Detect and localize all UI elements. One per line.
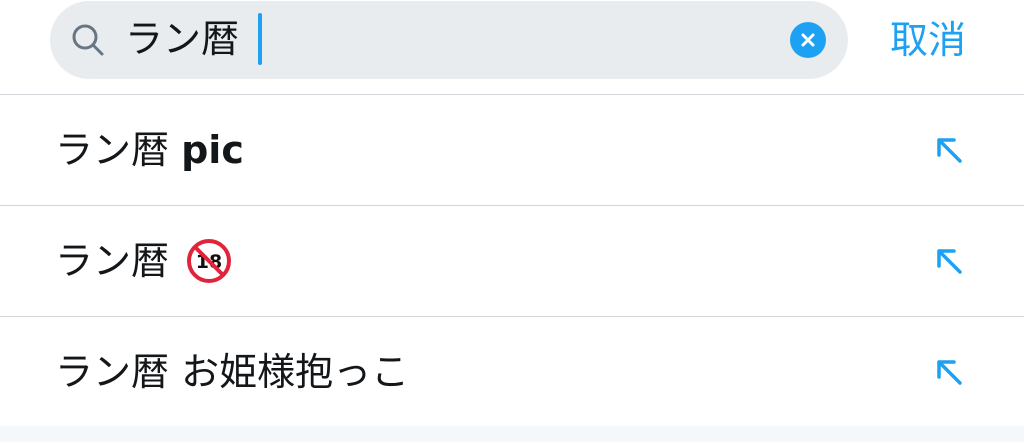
cancel-button[interactable]: 取消 — [890, 14, 966, 66]
search-bar: ラン暦 取消 — [0, 0, 1024, 94]
suggestion-suffix: お姫様抱っこ — [181, 350, 410, 394]
suggestion-prefix: ラン暦 — [55, 350, 170, 394]
fill-query-arrow-icon[interactable] — [930, 353, 968, 391]
suggestion-item[interactable]: ラン暦 お姫様抱っこ — [0, 317, 1024, 427]
search-input[interactable]: ラン暦 — [125, 15, 239, 63]
text-cursor — [258, 13, 262, 65]
suggestion-label: ラン暦 pic — [55, 124, 244, 176]
suggestion-prefix: ラン暦 — [55, 128, 170, 172]
close-icon — [801, 33, 815, 47]
fill-query-arrow-icon[interactable] — [930, 131, 968, 169]
no-one-under-eighteen-icon: 18 — [187, 238, 232, 283]
clear-search-button[interactable] — [790, 22, 826, 58]
search-icon — [72, 24, 104, 56]
fill-query-arrow-icon[interactable] — [930, 242, 968, 280]
suggestion-item[interactable]: ラン暦 18 — [0, 206, 1024, 316]
suggestion-item[interactable]: ラン暦 pic — [0, 95, 1024, 205]
suggestion-label: ラン暦 18 — [55, 235, 232, 287]
suggestion-prefix: ラン暦 — [55, 239, 170, 283]
suggestion-label: ラン暦 お姫様抱っこ — [55, 346, 409, 398]
list-footer — [0, 426, 1024, 442]
suggestion-suffix: pic — [181, 128, 244, 172]
